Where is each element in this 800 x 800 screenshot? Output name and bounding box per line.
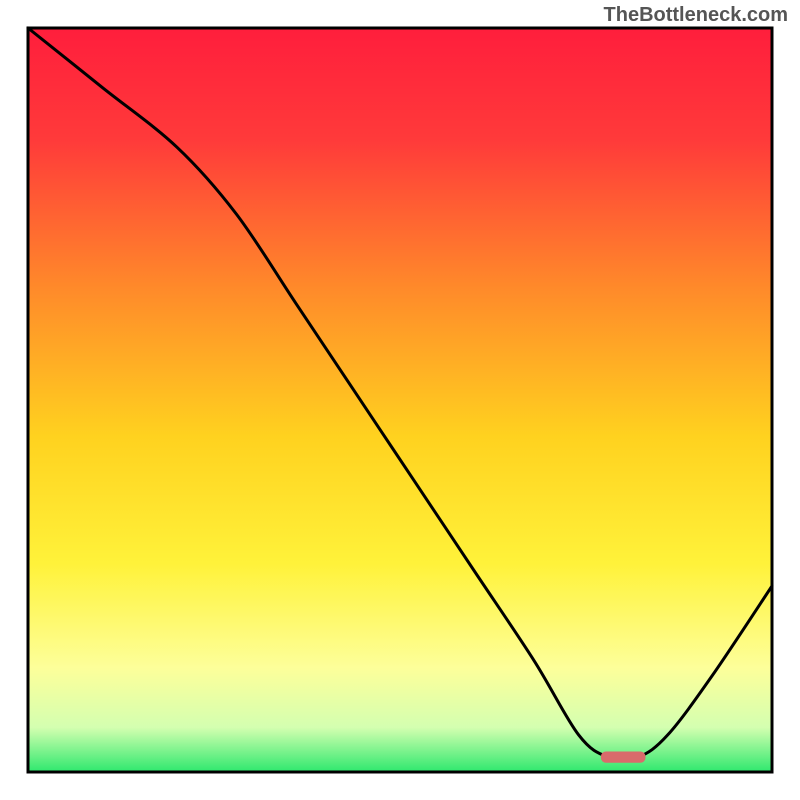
optimum-marker <box>601 752 646 763</box>
bottleneck-chart <box>0 0 800 800</box>
chart-container: TheBottleneck.com <box>0 0 800 800</box>
gradient-background <box>28 28 772 772</box>
watermark-text: TheBottleneck.com <box>604 4 788 27</box>
